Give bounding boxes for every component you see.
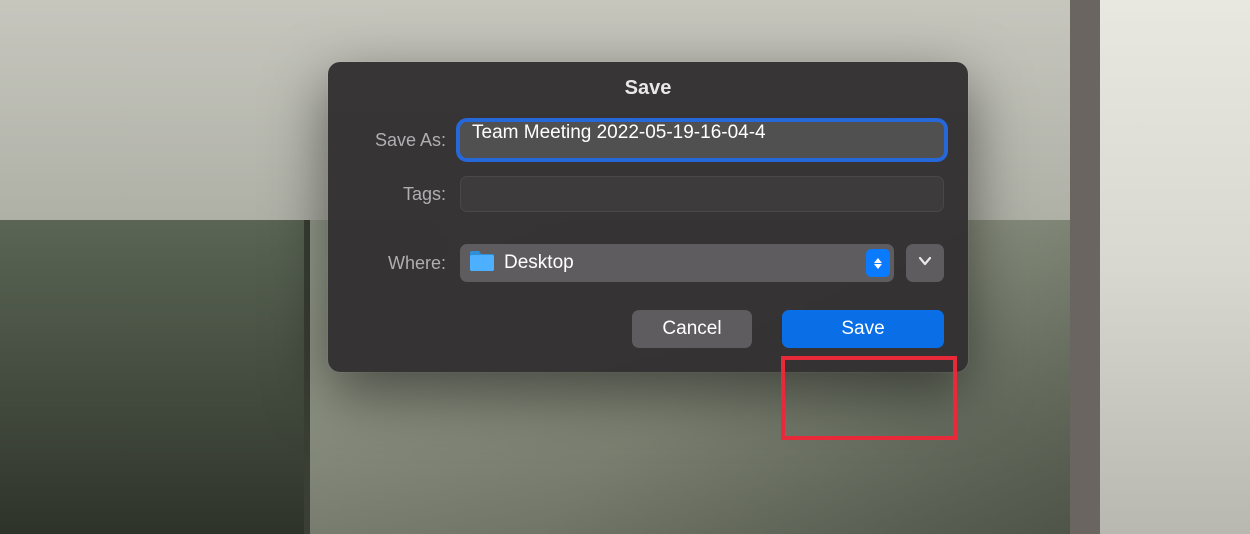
expand-button[interactable] (906, 244, 944, 282)
folder-icon (470, 251, 504, 276)
save-dialog: Save Save As: Team Meeting 2022-05-19-16… (328, 62, 968, 372)
background-window-right (1070, 0, 1250, 534)
save-as-row: Save As: Team Meeting 2022-05-19-16-04-4 (328, 122, 968, 158)
where-label: Where: (352, 253, 460, 274)
save-button[interactable]: Save (782, 310, 944, 348)
tags-row: Tags: (328, 176, 968, 212)
background-window-left (0, 220, 310, 534)
chevron-down-icon (918, 254, 932, 273)
dialog-title: Save (328, 62, 968, 122)
save-as-input[interactable]: Team Meeting 2022-05-19-16-04-4 (460, 122, 944, 158)
where-select[interactable]: Desktop (460, 244, 894, 282)
save-as-label: Save As: (352, 130, 460, 151)
button-row: Cancel Save (328, 310, 968, 348)
tags-label: Tags: (352, 184, 460, 205)
where-row: Where: Desktop (328, 244, 968, 282)
where-value: Desktop (504, 252, 866, 274)
select-stepper-icon (866, 249, 890, 277)
cancel-button[interactable]: Cancel (632, 310, 752, 348)
tags-input[interactable] (460, 176, 944, 212)
